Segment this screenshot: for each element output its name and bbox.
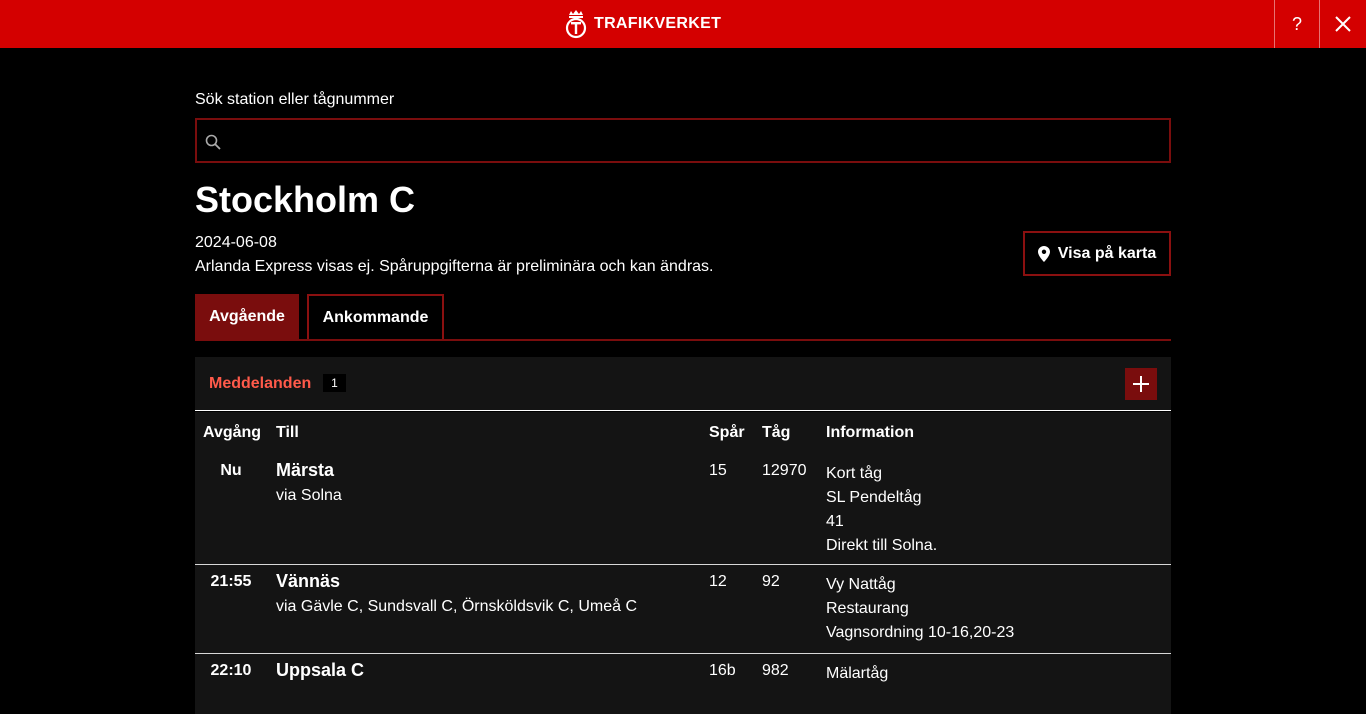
header-information: Information [826,424,914,441]
plus-icon [1133,376,1149,392]
departure-time: 22:10 [210,662,252,679]
destination[interactable]: Vännäs [276,571,340,592]
info-line: Kort tåg [826,465,883,482]
table-row[interactable]: Nu Märsta via Solna 15 12970 Kort tåg SL… [195,454,1171,565]
station-date: 2024-06-08 [195,234,277,251]
top-bar: TRAFIKVERKET ? [0,0,1366,48]
info-line: Direkt till Solna. [826,537,938,554]
tab-departures[interactable]: Avgående [195,294,299,339]
train-number[interactable]: 12970 [762,462,807,480]
info-line: Vy Nattåg [826,576,896,593]
tab-bar: Avgående Ankommande [195,294,1171,341]
search-icon [205,134,221,150]
train-information: Vy Nattåg Restaurang Vagnsordning 10-16,… [826,573,1014,645]
header-to[interactable]: Till [276,424,299,442]
info-line: Mälartåg [826,665,889,682]
track: 12 [709,573,727,590]
header-train[interactable]: Tåg [762,424,790,442]
table-row[interactable]: 22:10 Uppsala C 16b 982 Mälartåg [195,654,1171,714]
table-header: Avgång Till Spår Tåg Information [195,412,1171,454]
departure-time: Nu [220,462,242,479]
table-row[interactable]: 21:55 Vännäs via Gävle C, Sundsvall C, Ö… [195,565,1171,654]
tab-arrivals[interactable]: Ankommande [307,294,444,339]
train-information: Kort tåg SL Pendeltåg 41 Direkt till Sol… [826,462,937,558]
search-input[interactable] [231,120,1161,161]
map-pin-icon [1037,245,1050,262]
track: 15 [709,462,727,479]
messages-panel[interactable]: Meddelanden 1 [195,357,1171,411]
train-number[interactable]: 92 [762,573,780,591]
departures-table: Avgång Till Spår Tåg Information Nu Märs… [195,412,1171,714]
help-icon: ? [1291,13,1302,34]
brand-name: TRAFIKVERKET [594,15,722,32]
departure-time: 21:55 [210,573,252,590]
info-line: SL Pendeltåg [826,489,922,506]
header-departure[interactable]: Avgång [203,424,261,442]
station-notice: Arlanda Express visas ej. Spåruppgiftern… [195,258,714,275]
close-button[interactable] [1319,0,1366,48]
train-information: Mälartåg [826,662,888,686]
destination[interactable]: Uppsala C [276,660,364,681]
search-label: Sök station eller tågnummer [195,91,395,108]
train-number[interactable]: 982 [762,662,789,680]
messages-label[interactable]: Meddelanden [209,375,311,393]
close-icon [1335,16,1351,32]
help-button[interactable]: ? [1274,0,1319,48]
header-track[interactable]: Spår [709,424,745,442]
station-title: Stockholm C [195,179,416,220]
crown-shield-icon [565,10,587,39]
map-button-label: Visa på karta [1057,244,1157,262]
search-box[interactable] [195,118,1171,163]
trafikverket-logo[interactable]: TRAFIKVERKET [564,8,721,40]
info-line: 41 [826,513,844,530]
info-line: Restaurang [826,600,909,617]
destination[interactable]: Märsta [276,460,334,481]
expand-messages-button[interactable] [1125,368,1157,400]
info-line: Vagnsordning 10-16,20-23 [826,624,1015,641]
messages-count-badge: 1 [323,374,346,392]
track: 16b [709,662,736,679]
via-stations: via Gävle C, Sundsvall C, Örnsköldsvik C… [276,598,637,615]
via-stations: via Solna [276,487,342,504]
show-on-map-button[interactable]: Visa på karta [1023,231,1171,276]
